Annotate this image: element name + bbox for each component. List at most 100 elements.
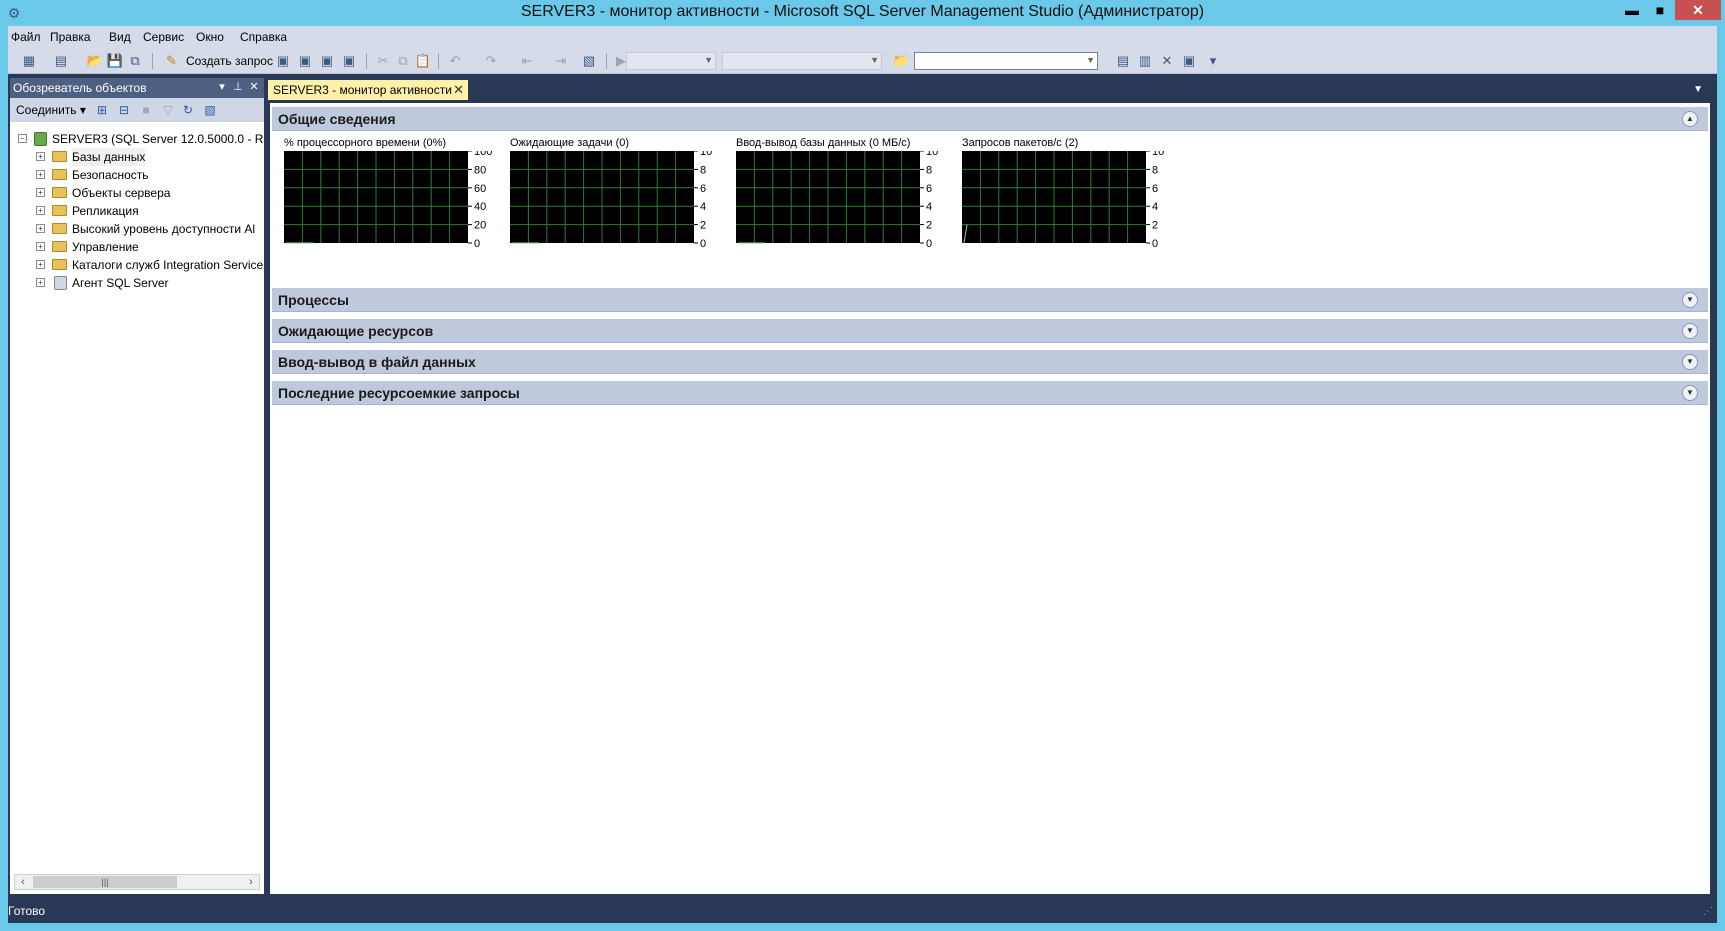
horizontal-scrollbar[interactable]: ‹ ||| ›: [14, 874, 260, 890]
tab-list-dropdown-icon[interactable]: ▼: [1693, 84, 1703, 95]
chart-tick-label: 6: [700, 183, 706, 195]
toolbar-options-icon[interactable]: ▾: [1204, 52, 1222, 70]
properties-icon[interactable]: ✕: [1158, 52, 1176, 70]
object-explorer-icon[interactable]: ▥: [1136, 52, 1154, 70]
section-title: Ожидающие ресурсов: [278, 323, 434, 339]
tree-node-always-on[interactable]: + Высокий уровень доступности Al: [10, 220, 264, 238]
maximize-button[interactable]: ■: [1647, 0, 1673, 20]
redo-icon[interactable]: ↷: [482, 52, 500, 70]
db-engine-query-icon[interactable]: ▣: [274, 52, 292, 70]
refresh-icon[interactable]: ↻: [180, 102, 196, 118]
solution-config-combo[interactable]: ▼: [626, 52, 716, 70]
folder-icon: [52, 205, 67, 216]
undo-icon[interactable]: ↶: [446, 52, 464, 70]
chart-svg: 10 8 6 4 2 0: [510, 151, 712, 250]
expand-icon[interactable]: +: [36, 242, 45, 251]
registered-servers-icon[interactable]: ▤: [1114, 52, 1132, 70]
cut-icon[interactable]: ✂: [374, 52, 392, 70]
expand-section-icon[interactable]: ▼: [1682, 292, 1698, 308]
new-project-icon[interactable]: ▦: [20, 52, 38, 70]
section-resource-waits[interactable]: Ожидающие ресурсов ▼: [272, 319, 1708, 343]
server-icon: [34, 132, 47, 146]
tree-node-server-objects[interactable]: + Объекты сервера: [10, 184, 264, 202]
expand-icon[interactable]: +: [36, 206, 45, 215]
disconnect-icon[interactable]: ⊟: [116, 102, 132, 118]
resize-grip-icon[interactable]: ⋰: [1703, 906, 1713, 917]
activity-monitor-icon[interactable]: ▧: [202, 102, 218, 118]
solution-platform-combo[interactable]: ▼: [722, 52, 882, 70]
connect-button[interactable]: Соединить ▾: [16, 103, 86, 117]
section-processes[interactable]: Процессы ▼: [272, 288, 1708, 312]
section-title: Процессы: [278, 292, 349, 308]
menu-window[interactable]: Окно: [196, 30, 224, 44]
toolbox-icon[interactable]: ▣: [1180, 52, 1198, 70]
find-combo[interactable]: ▼: [914, 52, 1098, 70]
tab-activity-monitor[interactable]: SERVER3 - монитор активности ✕: [268, 80, 468, 100]
expand-icon[interactable]: +: [36, 152, 45, 161]
analysis-dmx-query-icon[interactable]: ▣: [318, 52, 336, 70]
section-data-file-io[interactable]: Ввод-вывод в файл данных ▼: [272, 350, 1708, 374]
scroll-right-icon[interactable]: ›: [243, 875, 259, 889]
save-all-icon[interactable]: ⧉: [126, 52, 144, 70]
chart-batch-requests: Запросов пакетов/с (2) 10 8 6 4 2 0: [962, 137, 1182, 257]
filter-icon[interactable]: ▽: [160, 102, 176, 118]
expand-section-icon[interactable]: ▼: [1682, 354, 1698, 370]
tree-node-label: Безопасность: [72, 168, 149, 182]
minimize-button[interactable]: ▬: [1619, 0, 1645, 20]
section-overview[interactable]: Общие сведения ▲: [272, 107, 1708, 131]
save-icon[interactable]: 💾: [106, 52, 124, 70]
tree-node-integration-services[interactable]: + Каталоги служб Integration Service: [10, 256, 264, 274]
tab-label: SERVER3 - монитор активности: [273, 83, 452, 97]
expand-icon[interactable]: +: [36, 260, 45, 269]
scroll-left-icon[interactable]: ‹: [15, 875, 31, 889]
find-in-files-icon[interactable]: 📁: [892, 52, 910, 70]
navigate-forward-icon[interactable]: ⇥: [552, 52, 570, 70]
close-button[interactable]: ✕: [1675, 0, 1721, 20]
tree-node-management[interactable]: + Управление: [10, 238, 264, 256]
menu-view[interactable]: Вид: [109, 30, 131, 44]
menu-help[interactable]: Справка: [240, 30, 287, 44]
open-file-icon[interactable]: 📂: [86, 52, 104, 70]
collapse-section-icon[interactable]: ▲: [1682, 111, 1698, 127]
panel-menu-icon[interactable]: ▾: [215, 80, 229, 94]
expand-section-icon[interactable]: ▼: [1682, 323, 1698, 339]
sql-agent-icon: [54, 276, 67, 290]
chart-tick-label: 8: [1152, 164, 1158, 176]
folder-icon: [52, 241, 67, 252]
section-recent-expensive-queries[interactable]: Последние ресурсоемкие запросы ▼: [272, 381, 1708, 405]
expand-icon[interactable]: +: [36, 278, 45, 287]
tree-node-replication[interactable]: + Репликация: [10, 202, 264, 220]
new-query-button[interactable]: ✎ Создать запрос: [164, 52, 273, 70]
expand-section-icon[interactable]: ▼: [1682, 385, 1698, 401]
expand-icon[interactable]: +: [36, 170, 45, 179]
copy-icon[interactable]: ⧉: [394, 52, 412, 70]
scrollbar-thumb[interactable]: |||: [33, 876, 177, 888]
chart-title: Ожидающие задачи (0): [510, 137, 630, 149]
expand-icon[interactable]: +: [36, 224, 45, 233]
tree-node-sql-agent[interactable]: + Агент SQL Server: [10, 274, 264, 292]
analysis-mdx-query-icon[interactable]: ▣: [296, 52, 314, 70]
chart-tick-label: 20: [474, 220, 486, 232]
tree-node-label: Высокий уровень доступности Al: [72, 222, 256, 236]
chart-tick-label: 10: [1152, 151, 1164, 158]
folder-icon: [52, 151, 67, 162]
menu-tools[interactable]: Сервис: [143, 30, 184, 44]
pin-icon[interactable]: ⊥: [231, 80, 245, 94]
activity-monitor-icon[interactable]: ▧: [580, 52, 598, 70]
xmla-query-icon[interactable]: ▣: [340, 52, 358, 70]
tree-node-databases[interactable]: + Базы данных: [10, 148, 264, 166]
folder-icon: [52, 259, 67, 270]
menu-file[interactable]: Файл: [11, 30, 41, 44]
tree-node-security[interactable]: + Безопасность: [10, 166, 264, 184]
paste-icon[interactable]: 📋: [414, 52, 432, 70]
add-item-icon[interactable]: ▤: [52, 52, 70, 70]
tree-node-server[interactable]: − SERVER3 (SQL Server 12.0.5000.0 - RIAL…: [10, 130, 264, 148]
close-tab-icon[interactable]: ✕: [453, 80, 464, 100]
menu-edit[interactable]: Правка: [50, 30, 91, 44]
collapse-icon[interactable]: −: [18, 134, 27, 143]
stop-icon[interactable]: ■: [138, 102, 154, 118]
navigate-backward-icon[interactable]: ⇤: [518, 52, 536, 70]
connect-object-explorer-icon[interactable]: ⊞: [94, 102, 110, 118]
close-icon[interactable]: ✕: [247, 80, 261, 94]
expand-icon[interactable]: +: [36, 188, 45, 197]
